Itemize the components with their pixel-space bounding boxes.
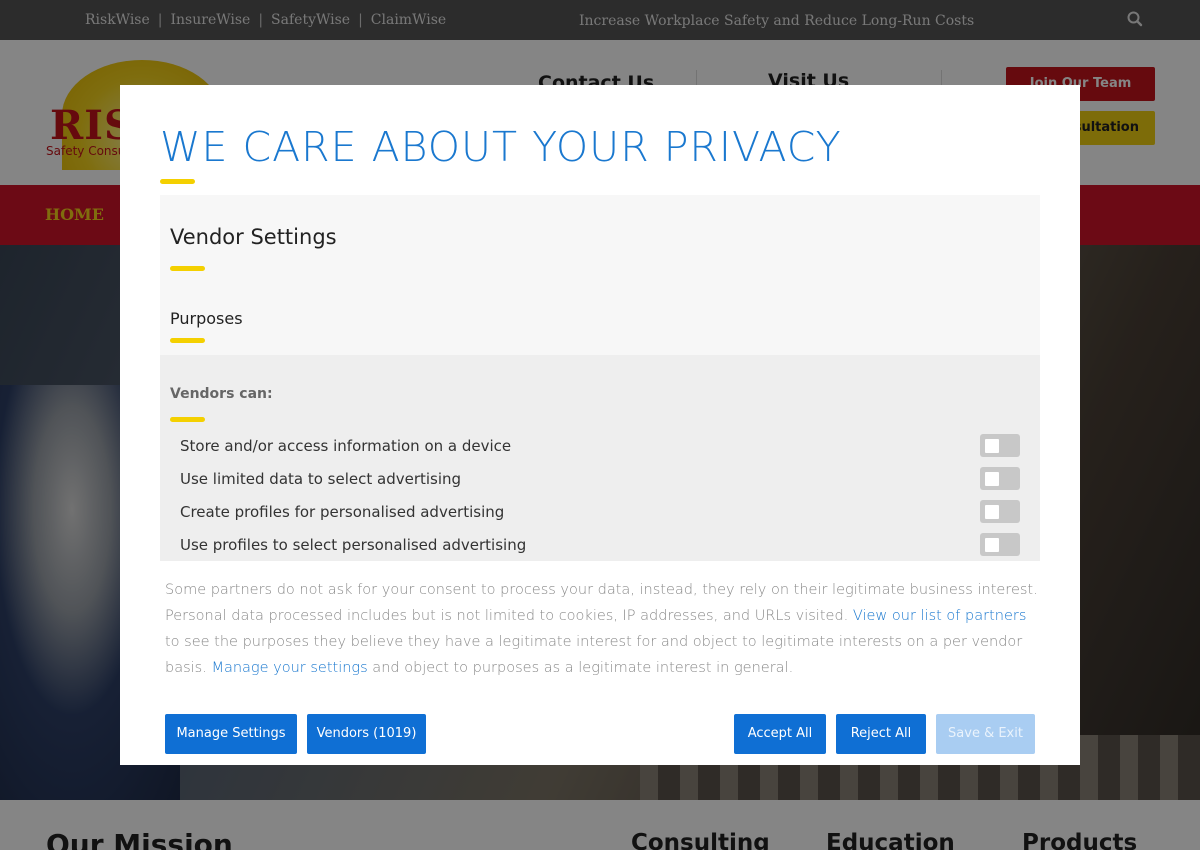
privacy-modal: WE CARE ABOUT YOUR PRIVACY Vendor Settin… <box>120 85 1080 765</box>
legitimate-interest-text: Some partners do not ask for your consen… <box>165 577 1045 681</box>
vendor-settings-panel: Vendor Settings Purposes <box>160 195 1040 355</box>
purpose-label: Create profiles for personalised adverti… <box>180 503 505 521</box>
save-and-exit-button: Save & Exit <box>936 714 1035 754</box>
purposes-panel: Vendors can: Store and/or access informa… <box>160 355 1040 561</box>
purpose-row[interactable]: Use limited data to select advertising <box>160 462 1040 495</box>
purpose-toggle[interactable] <box>980 500 1020 523</box>
purposes-heading: Purposes <box>170 309 243 328</box>
accept-all-button[interactable]: Accept All <box>734 714 826 754</box>
title-underline <box>160 179 195 184</box>
consent-text-part: and object to purposes as a legitimate i… <box>367 660 794 676</box>
purpose-toggle[interactable] <box>980 533 1020 556</box>
purpose-row[interactable]: Store and/or access information on a dev… <box>160 429 1040 462</box>
vendor-settings-heading: Vendor Settings <box>170 225 337 249</box>
vendors-can-label: Vendors can: <box>170 386 273 402</box>
toggle-knob <box>985 439 999 453</box>
vendor-settings-underline <box>170 266 205 271</box>
purpose-label: Store and/or access information on a dev… <box>180 437 512 455</box>
vendors-can-underline <box>170 417 205 422</box>
purpose-row[interactable]: Create profiles for personalised adverti… <box>160 495 1040 528</box>
toggle-knob <box>985 505 999 519</box>
purpose-toggle[interactable] <box>980 434 1020 457</box>
toggle-knob <box>985 538 999 552</box>
purpose-toggle[interactable] <box>980 467 1020 490</box>
modal-title: WE CARE ABOUT YOUR PRIVACY <box>160 123 842 171</box>
manage-settings-button[interactable]: Manage Settings <box>165 714 297 754</box>
toggle-knob <box>985 472 999 486</box>
purposes-underline <box>170 338 205 343</box>
vendors-button[interactable]: Vendors (1019) <box>307 714 426 754</box>
purpose-label: Use profiles to select personalised adve… <box>180 536 527 554</box>
purpose-row[interactable]: Use profiles to select personalised adve… <box>160 528 1040 561</box>
reject-all-button[interactable]: Reject All <box>836 714 926 754</box>
manage-settings-link[interactable]: Manage your settings <box>211 660 367 676</box>
purpose-label: Use limited data to select advertising <box>180 470 462 488</box>
view-partners-link[interactable]: View our list of partners <box>853 608 1027 624</box>
